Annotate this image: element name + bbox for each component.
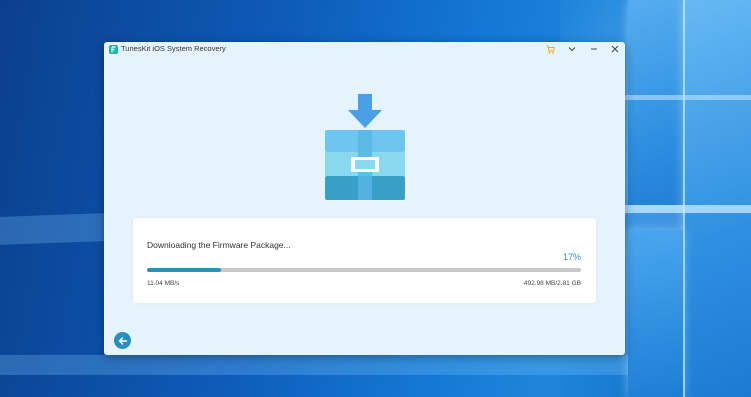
firmware-package-icon: [324, 94, 406, 202]
close-button[interactable]: [609, 43, 621, 55]
menu-button[interactable]: [566, 43, 578, 55]
progress-bar-fill: [147, 268, 221, 272]
download-status-text: Downloading the Firmware Package...: [147, 240, 291, 250]
cart-button[interactable]: [544, 43, 556, 55]
wallpaper-window-pane: [683, 0, 751, 397]
wallpaper-light-beam: [625, 95, 751, 100]
title-bar: TunesKit iOS System Recovery: [104, 42, 625, 57]
window-title: TunesKit iOS System Recovery: [121, 44, 226, 53]
minimize-button[interactable]: [588, 43, 600, 55]
download-speed: 11.04 MB/s: [147, 280, 180, 287]
app-window: TunesKit iOS System Recovery Downloading…: [104, 42, 625, 355]
download-size: 492.98 MB/2.81 GB: [523, 280, 581, 287]
wallpaper-light-beam: [0, 213, 104, 245]
chevron-down-icon: [568, 47, 576, 52]
back-arrow-icon: [118, 336, 127, 345]
app-logo-icon: [109, 45, 118, 54]
wallpaper-window-pane: [628, 230, 683, 397]
download-percent: 17%: [562, 252, 581, 262]
close-icon: [611, 45, 619, 53]
progress-bar: [147, 268, 581, 272]
wallpaper-light-beam: [625, 205, 751, 213]
back-button[interactable]: [114, 332, 131, 349]
download-progress-card: Downloading the Firmware Package... 17% …: [133, 218, 596, 303]
cart-icon: [546, 45, 555, 54]
minimize-icon: [591, 48, 597, 50]
